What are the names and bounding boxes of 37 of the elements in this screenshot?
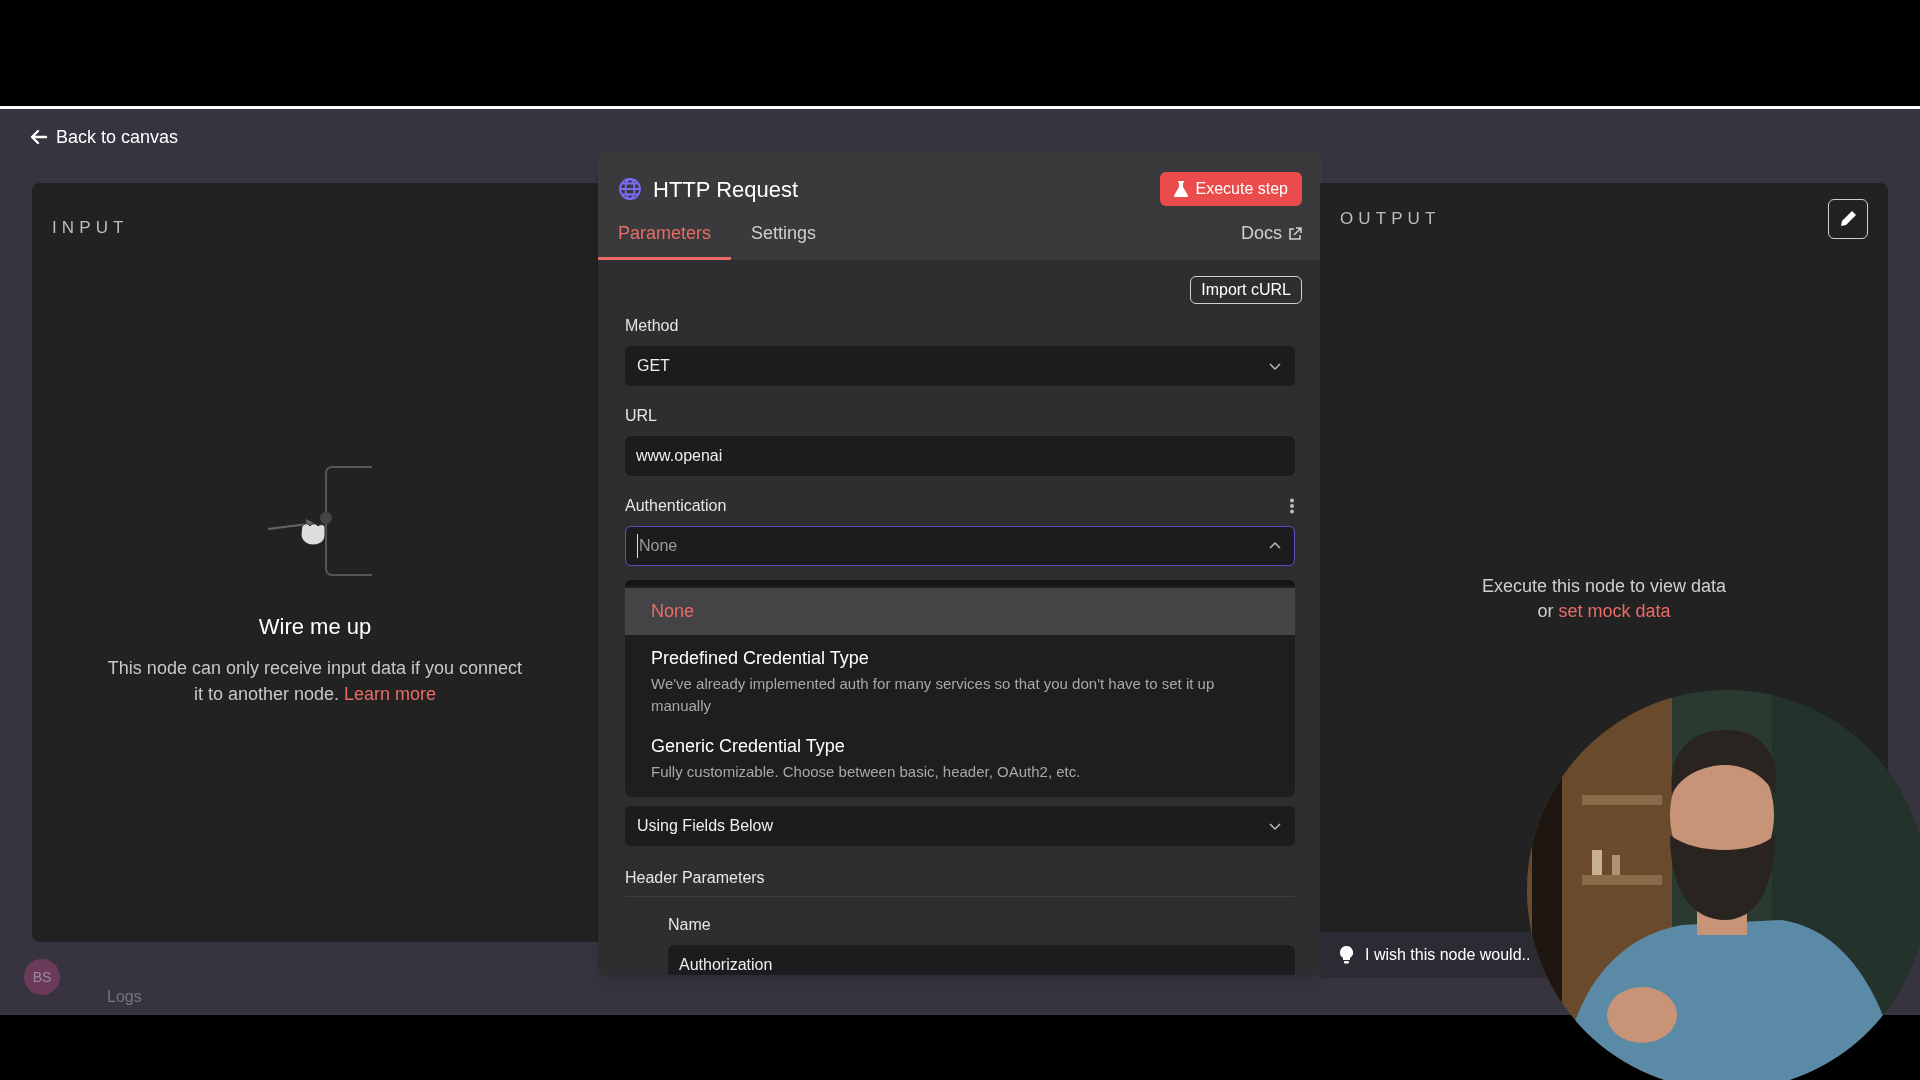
docs-link[interactable]: Docs [1241,220,1322,260]
section-title: Header Parameters [625,868,765,888]
panel-title: OUTPUT [1340,208,1441,231]
input-field[interactable]: www.openai [625,436,1295,476]
more-options-icon[interactable] [1289,498,1295,514]
select-field[interactable]: Using Fields Below [625,806,1295,846]
back-to-canvas-link[interactable]: Back to canvas [30,126,179,148]
external-link-icon [1288,226,1302,241]
empty-state-message: This node can only receive input data if you connect it to another node. Learn more [106,656,524,706]
learn-more-link[interactable]: Learn more [344,683,437,704]
dropdown-option[interactable]: Predefined Credential Type We've already implemented auth for many services so that you don't have to set it up manually [625,635,1295,723]
set-mock-data-link[interactable]: set mock data [1558,601,1671,621]
field-label: Authentication [625,496,727,516]
empty-state-message: Execute this node to view data or set mock data [1481,575,1727,623]
execute-step-button[interactable]: Execute step [1159,172,1302,206]
option-description: Fully customizable. Choose between basic, header, OAuth2, etc. [651,762,1082,782]
edit-button[interactable] [1828,199,1868,239]
globe-icon [618,177,642,201]
tab[interactable]: Parameters [598,216,732,260]
flask-icon [1173,181,1188,197]
field-label: URL [625,406,657,426]
field-label: Name [668,915,711,935]
panel-title: INPUT [52,217,129,239]
pencil-icon [1839,210,1857,228]
input-field[interactable]: Authorization [668,945,1295,975]
tip-text: I wish this node would.. [1365,945,1531,965]
option-description: We've already implemented auth for many services so that you don't have to set it up manually [651,674,1216,716]
field-label: Method [625,316,679,336]
node-title: HTTP Request [653,175,799,204]
lightbulb-icon [1340,946,1353,964]
empty-state-title: Wire me up [258,612,372,641]
select-field[interactable]: None [625,526,1295,566]
arrow-left-icon [30,129,48,145]
import-curl-button[interactable]: Import cURL [1190,276,1302,304]
select-field[interactable]: GET [625,346,1295,386]
dropdown-option[interactable]: Generic Credential Type Fully customizable. Choose between basic, header, OAuth2, etc. [625,723,1295,789]
tab[interactable]: Settings [731,216,837,260]
